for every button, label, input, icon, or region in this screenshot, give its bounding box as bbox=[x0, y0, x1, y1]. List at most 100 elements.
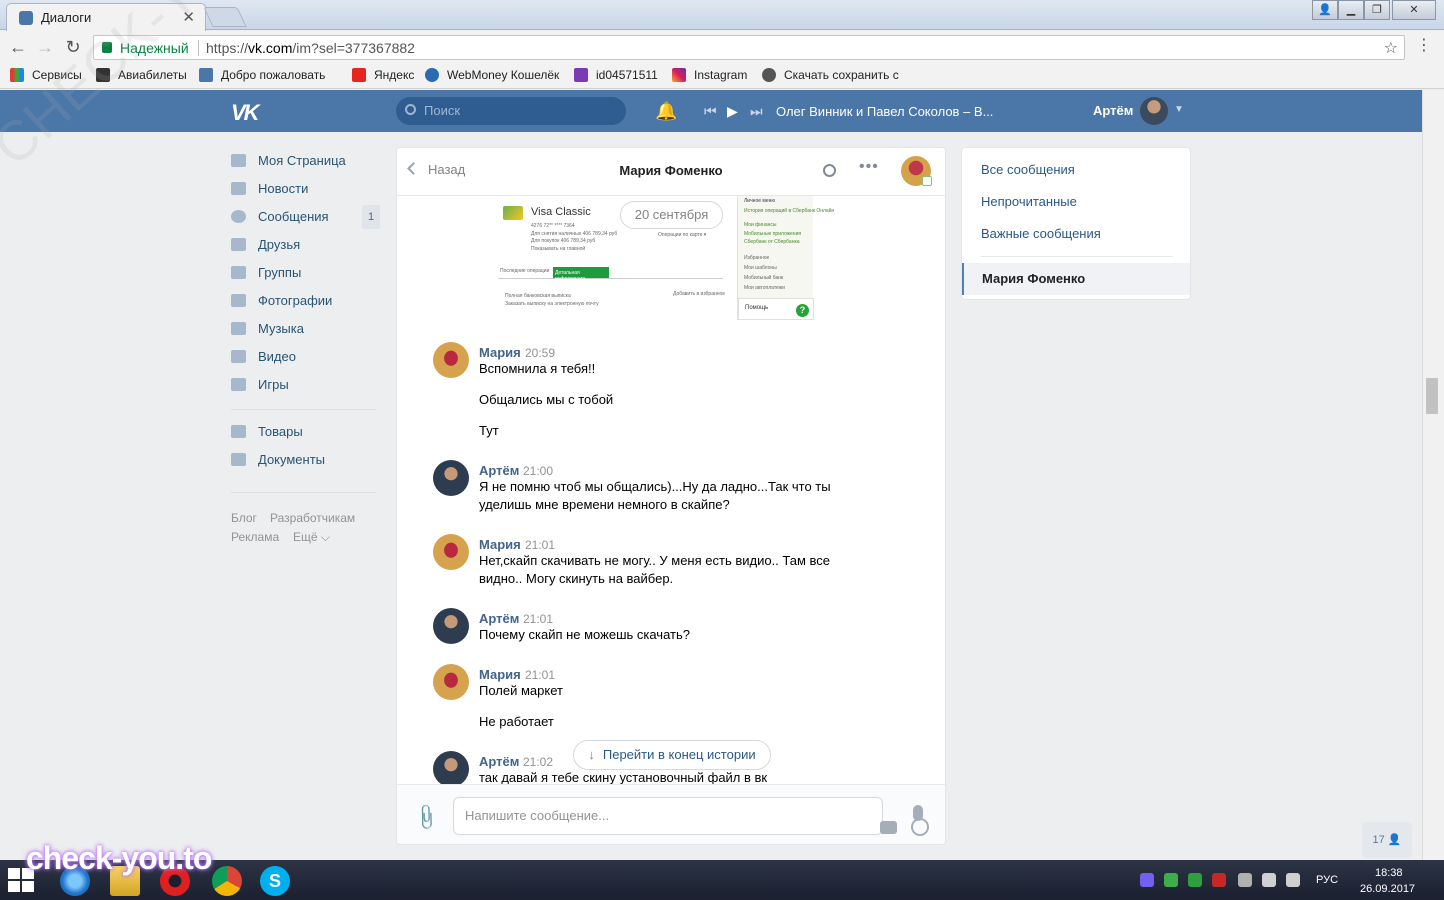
camera-icon[interactable] bbox=[880, 821, 897, 834]
message-time[interactable]: 21:02 bbox=[523, 755, 553, 769]
tray-app-icon[interactable] bbox=[1164, 873, 1178, 887]
language-indicator[interactable]: РУС bbox=[1316, 874, 1338, 886]
message-time[interactable]: 21:01 bbox=[525, 538, 555, 552]
page-scrollbar[interactable] bbox=[1422, 90, 1444, 860]
chat-avatar[interactable] bbox=[901, 156, 932, 186]
more-options-icon[interactable]: ••• bbox=[859, 158, 879, 176]
footer-link-ads[interactable]: Реклама bbox=[231, 530, 279, 544]
sidebar-item-documents[interactable]: Документы bbox=[231, 452, 325, 472]
bookmark-services[interactable]: Сервисы bbox=[10, 68, 82, 82]
tab-recent: Последние операции bbox=[500, 268, 550, 274]
restore-button[interactable]: ❐ bbox=[1364, 0, 1390, 20]
back-arrow-icon[interactable]: ← bbox=[7, 37, 29, 59]
filter-important[interactable]: Важные сообщения bbox=[981, 226, 1101, 241]
viber-icon[interactable] bbox=[1140, 873, 1154, 887]
sidebar-item-music[interactable]: Музыка bbox=[231, 321, 304, 341]
skype-icon[interactable]: S bbox=[260, 866, 290, 896]
sidebar-item-my-page[interactable]: Моя Страница bbox=[231, 153, 346, 173]
bookmark-instagram[interactable]: Instagram bbox=[672, 68, 747, 82]
message-author[interactable]: Артём bbox=[479, 611, 519, 626]
network-icon[interactable] bbox=[1262, 873, 1276, 887]
minimize-button[interactable]: ▁ bbox=[1338, 0, 1364, 20]
footer-link-blog[interactable]: Блог bbox=[231, 511, 257, 525]
prev-track-icon[interactable]: ⏮ bbox=[704, 103, 717, 120]
message-author[interactable]: Артём bbox=[479, 754, 519, 769]
message-input[interactable]: Напишите сообщение... bbox=[453, 797, 929, 836]
vk-logo-icon[interactable]: VK bbox=[231, 100, 265, 125]
footer-link-more[interactable]: Ещё ⌵ bbox=[293, 530, 330, 545]
scrollbar-thumb[interactable] bbox=[1426, 378, 1438, 414]
avatar[interactable] bbox=[433, 608, 469, 644]
tray-app-icon[interactable] bbox=[1238, 873, 1252, 887]
search-input[interactable]: Поиск bbox=[396, 97, 626, 125]
sidebar-item-photos[interactable]: Фотографии bbox=[231, 293, 332, 313]
play-icon[interactable]: ▶ bbox=[727, 103, 738, 120]
browser-tab-dialogs[interactable]: Диалоги ✕ bbox=[6, 3, 206, 31]
avatar[interactable] bbox=[433, 460, 469, 496]
reload-icon[interactable]: ↻ bbox=[62, 37, 84, 59]
now-playing-track[interactable]: Олег Винник и Павел Соколов – В... bbox=[776, 104, 993, 119]
secure-label: Надежный bbox=[120, 40, 189, 56]
s-icon bbox=[574, 68, 588, 82]
dialog-name: Мария Фоменко bbox=[982, 271, 1086, 286]
bookmark-webmoney[interactable]: WebMoney Кошелёк bbox=[425, 68, 559, 82]
message-author[interactable]: Мария bbox=[479, 537, 521, 552]
chevron-down-icon[interactable]: ▼ bbox=[1174, 104, 1184, 115]
browser-menu-icon[interactable]: ⋮ bbox=[1416, 38, 1432, 56]
message-time[interactable]: 21:01 bbox=[525, 668, 555, 682]
window-close-button[interactable]: ✕ bbox=[1392, 0, 1436, 20]
next-track-icon[interactable]: ⏭ bbox=[750, 103, 763, 120]
tray-app-icon[interactable] bbox=[1212, 873, 1226, 887]
filter-unread[interactable]: Непрочитанные bbox=[981, 194, 1077, 209]
forward-arrow-icon[interactable]: → bbox=[34, 37, 56, 59]
user-profile-icon[interactable]: 👤 bbox=[1312, 0, 1338, 20]
screenshot-tabs: Последние операции Детальная информация bbox=[498, 267, 723, 282]
lock-icon bbox=[102, 42, 112, 53]
emoji-icon[interactable] bbox=[911, 818, 929, 836]
sidebar-item-games[interactable]: Игры bbox=[231, 377, 289, 397]
sidebar-item-video[interactable]: Видео bbox=[231, 349, 296, 369]
clock-time[interactable]: 18:38 bbox=[1375, 867, 1403, 879]
chrome-icon[interactable] bbox=[212, 866, 242, 896]
avatar[interactable] bbox=[433, 534, 469, 570]
bookmark-yandex[interactable]: Яндекс bbox=[352, 68, 414, 82]
avatar[interactable] bbox=[1140, 97, 1168, 125]
bookmark-id[interactable]: id04571511 bbox=[574, 68, 658, 82]
message-author[interactable]: Мария bbox=[479, 667, 521, 682]
bookmark-vk[interactable]: Добро пожаловать bbox=[199, 68, 325, 82]
sidebar-item-messages[interactable]: Сообщения bbox=[231, 209, 329, 229]
bell-icon[interactable]: 🔔 bbox=[655, 101, 677, 121]
sidebar-item-news[interactable]: Новости bbox=[231, 181, 308, 201]
paperclip-icon[interactable]: 📎 bbox=[411, 802, 442, 832]
clock-date[interactable]: 26.09.2017 bbox=[1360, 883, 1415, 895]
volume-icon[interactable] bbox=[1286, 873, 1300, 887]
tab-close-icon[interactable]: ✕ bbox=[182, 8, 195, 26]
tray-app-icon[interactable] bbox=[1188, 873, 1202, 887]
address-bar[interactable]: Надежный https://vk.com/im?sel=377367882… bbox=[93, 35, 1405, 60]
scroll-to-end-button[interactable]: ↓ Перейти в конец истории bbox=[573, 740, 771, 770]
message-time[interactable]: 21:01 bbox=[523, 612, 553, 626]
side-item: Сбербанк от Сбербанка bbox=[744, 239, 800, 245]
search-icon[interactable] bbox=[823, 164, 836, 177]
message-time[interactable]: 21:00 bbox=[523, 464, 553, 478]
microphone-icon[interactable] bbox=[913, 805, 923, 821]
filter-all-messages[interactable]: Все сообщения bbox=[981, 162, 1075, 177]
avatar[interactable] bbox=[433, 751, 469, 787]
film-icon bbox=[231, 350, 246, 363]
message-time[interactable]: 20:59 bbox=[525, 346, 555, 360]
bookmark-download[interactable]: Скачать сохранить с bbox=[762, 68, 899, 82]
bookmark-star-icon[interactable]: ☆ bbox=[1384, 38, 1398, 58]
avatar[interactable] bbox=[433, 664, 469, 700]
dialog-item-active[interactable]: Мария Фоменко bbox=[962, 263, 1190, 295]
help-box: Помощь? bbox=[738, 298, 814, 320]
message-author[interactable]: Мария bbox=[479, 345, 521, 360]
sidebar-item-goods[interactable]: Товары bbox=[231, 424, 303, 444]
avatar[interactable] bbox=[433, 342, 469, 378]
user-name[interactable]: Артём bbox=[1093, 103, 1133, 118]
bookmark-flights[interactable]: Авиабилеты bbox=[96, 68, 187, 82]
footer-link-developers[interactable]: Разработчикам bbox=[270, 511, 355, 525]
online-friends-button[interactable]: 17 👤 bbox=[1362, 822, 1412, 858]
sidebar-item-groups[interactable]: Группы bbox=[231, 265, 301, 285]
message-author[interactable]: Артём bbox=[479, 463, 519, 478]
sidebar-item-friends[interactable]: Друзья bbox=[231, 237, 300, 257]
